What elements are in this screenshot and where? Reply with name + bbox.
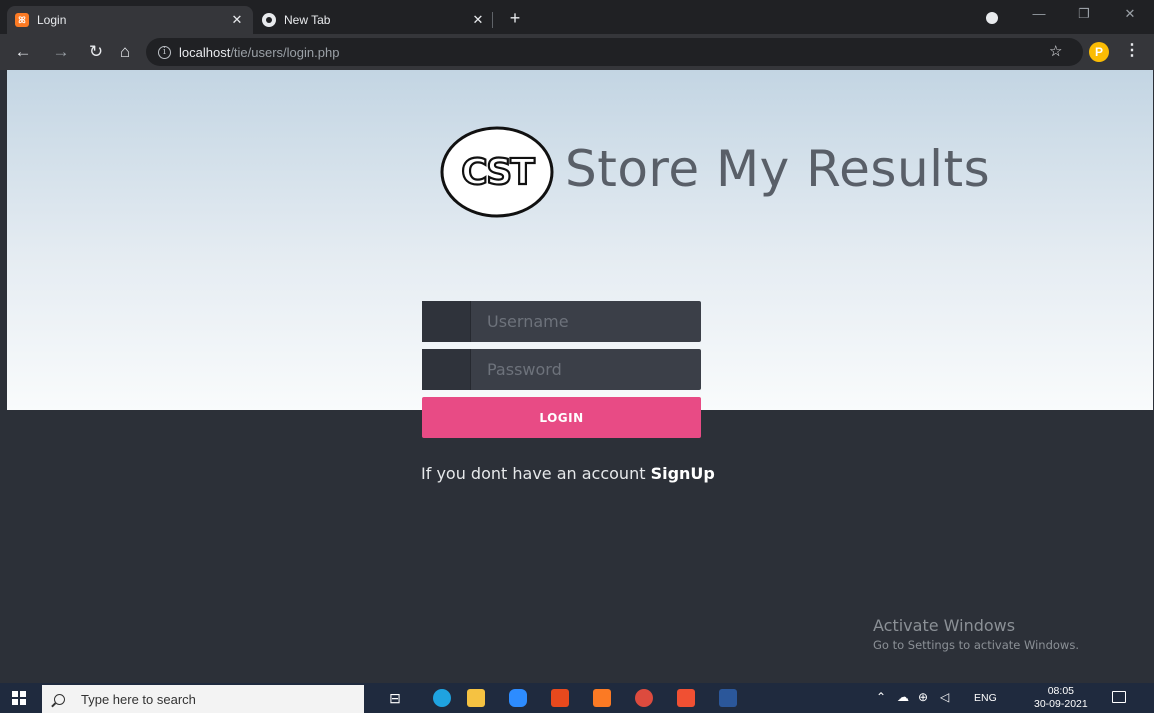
login-button[interactable]: LOGIN <box>422 397 701 438</box>
browser-toolbar: ← → ↻ ⌂ i localhost /tie/users/login.php… <box>0 34 1154 70</box>
login-page: CST Store My Results LOGIN If you dont h… <box>7 70 1153 676</box>
signup-prefix: If you dont have an account <box>421 464 646 483</box>
chrome-icon[interactable] <box>635 689 653 707</box>
volume-muted-icon[interactable]: ◁ <box>940 690 949 704</box>
file-explorer-icon[interactable] <box>467 689 485 707</box>
tab-title: Login <box>37 13 67 27</box>
site-info-icon[interactable]: i <box>158 45 171 59</box>
watermark-subtitle: Go to Settings to activate Windows. <box>873 638 1079 652</box>
reload-icon[interactable]: ↻ <box>85 41 107 63</box>
tab-new-tab[interactable]: New Tab ✕ <box>254 6 494 34</box>
edge-icon[interactable] <box>433 689 451 707</box>
close-tab-icon[interactable]: ✕ <box>470 12 486 28</box>
restore-icon[interactable]: ❐ <box>1069 6 1099 22</box>
tab-separator <box>492 12 493 28</box>
activate-windows-watermark: Activate Windows Go to Settings to activ… <box>873 616 1079 652</box>
notifications-icon[interactable] <box>1112 691 1126 703</box>
search-placeholder: Type here to search <box>81 691 196 707</box>
xampp-icon[interactable] <box>593 689 611 707</box>
word-icon[interactable] <box>719 689 737 707</box>
system-clock[interactable]: 08:05 30-09-2021 <box>1034 685 1088 711</box>
tab-login[interactable]: ꕤ Login ✕ <box>7 6 253 34</box>
tab-title: New Tab <box>284 13 331 27</box>
address-bar[interactable]: i localhost /tie/users/login.php <box>146 38 1083 66</box>
back-icon[interactable]: ← <box>12 41 34 63</box>
close-window-icon[interactable]: ✕ <box>1115 6 1145 22</box>
minimize-icon[interactable]: — <box>1024 6 1054 21</box>
signup-prompt: If you dont have an account SignUp <box>421 464 715 483</box>
tab-search-icon[interactable] <box>986 12 998 24</box>
zoom-icon[interactable] <box>509 689 527 707</box>
username-field <box>422 301 701 342</box>
task-view-icon[interactable]: ⊟ <box>386 689 404 707</box>
taskbar: Type here to search ⊟ ⌃ ☁ ⊕ ◁ ENG 08:05 … <box>0 683 1154 713</box>
user-addon-icon <box>422 301 471 342</box>
svg-text:CST: CST <box>461 152 535 193</box>
xampp-icon: ꕤ <box>15 13 29 27</box>
cst-logo: CST <box>440 126 554 218</box>
network-icon[interactable]: ⊕ <box>918 690 928 704</box>
language-indicator[interactable]: ENG <box>974 692 997 704</box>
show-hidden-icons-icon[interactable]: ⌃ <box>876 690 886 704</box>
profile-avatar[interactable]: P <box>1089 42 1109 62</box>
clock-date: 30-09-2021 <box>1034 698 1088 710</box>
home-icon[interactable]: ⌂ <box>114 41 136 63</box>
bookmark-star-icon[interactable]: ☆ <box>1049 42 1062 60</box>
windows-start-icon[interactable] <box>12 691 26 705</box>
lock-addon-icon <box>422 349 471 390</box>
password-input[interactable] <box>471 349 701 390</box>
onedrive-icon[interactable]: ☁ <box>897 690 909 704</box>
clock-time: 08:05 <box>1047 685 1074 697</box>
taskbar-search-box[interactable]: Type here to search <box>42 685 364 713</box>
url-path: /tie/users/login.php <box>230 44 340 60</box>
brand-title: Store My Results <box>565 140 991 198</box>
signup-link[interactable]: SignUp <box>651 464 715 483</box>
menu-icon[interactable]: ⋮ <box>1124 40 1140 60</box>
close-tab-icon[interactable]: ✕ <box>229 12 245 28</box>
search-icon <box>54 693 65 705</box>
chrome-icon <box>262 13 276 27</box>
browser-tab-strip: ꕤ Login ✕ New Tab ✕ + — ❐ ✕ <box>0 0 1154 34</box>
forward-icon[interactable]: → <box>50 41 72 63</box>
password-field <box>422 349 701 390</box>
git-icon[interactable] <box>677 689 695 707</box>
office-icon[interactable] <box>551 689 569 707</box>
url-host: localhost <box>179 44 231 60</box>
new-tab-icon[interactable]: + <box>505 8 525 29</box>
watermark-title: Activate Windows <box>873 616 1016 635</box>
username-input[interactable] <box>471 301 701 342</box>
